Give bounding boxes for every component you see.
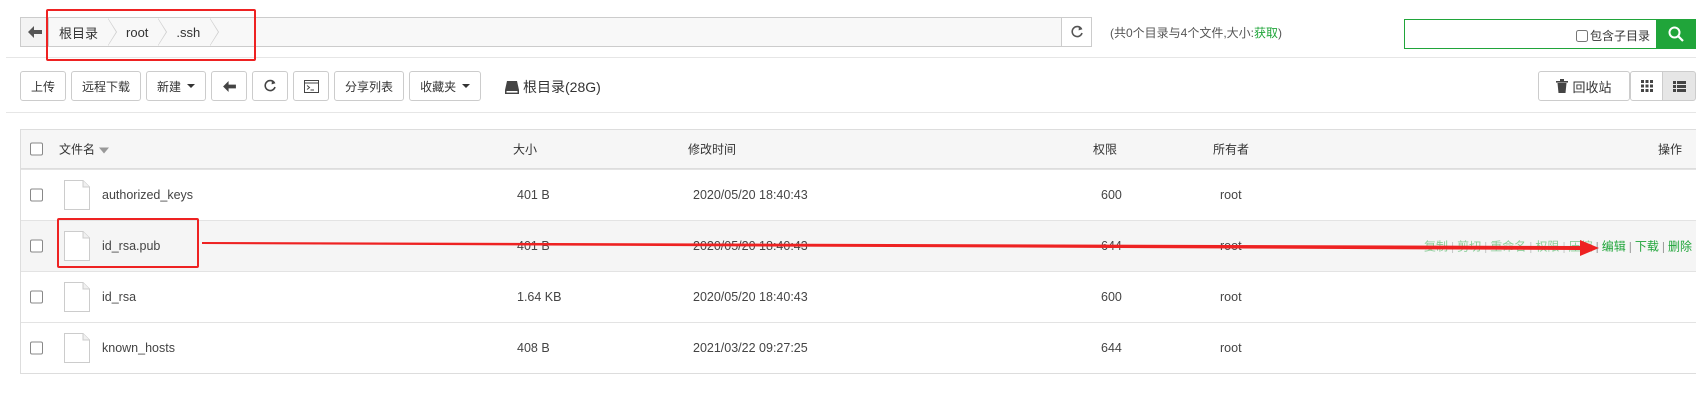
annotation-arrow [202,240,1599,256]
